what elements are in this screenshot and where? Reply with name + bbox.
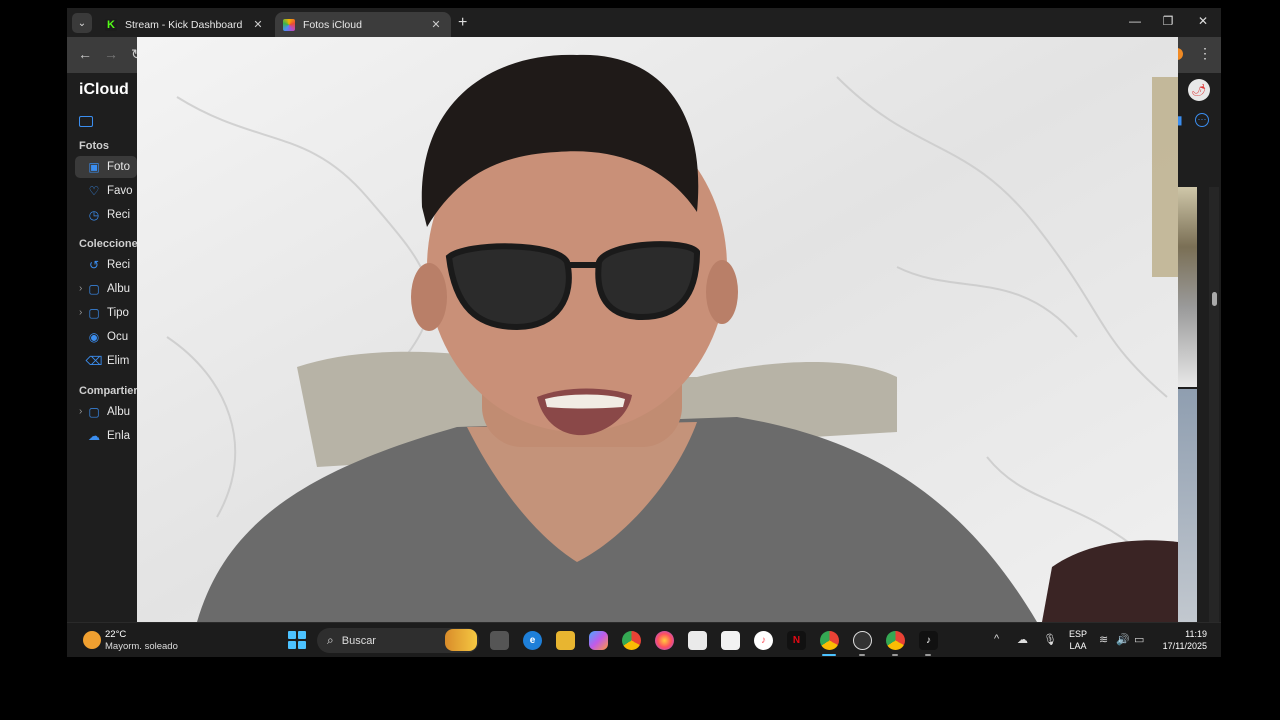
shared-album-icon: ▢ xyxy=(88,405,100,419)
album-icon: ▢ xyxy=(88,282,100,296)
sidebar-item-photos[interactable]: ▣ Foto xyxy=(75,156,137,178)
taskbar: 22°C Mayorm. soleado ⌕ Buscar e ♪ N ♪ ^ … xyxy=(67,622,1221,657)
sidebar-item-recents[interactable]: ◷ Reci xyxy=(75,204,137,226)
sidebar-item-shared-albums[interactable]: ▢ Álbu xyxy=(75,401,137,423)
search-highlight-image[interactable] xyxy=(445,629,477,651)
running-app-indicator xyxy=(859,654,865,656)
album-icon: ▢ xyxy=(88,306,100,320)
system-clock[interactable]: 11:19 17/11/2025 xyxy=(1155,628,1207,652)
photos-icon xyxy=(283,18,295,31)
volume-icon[interactable]: 🔊 xyxy=(1116,633,1130,646)
weather-description[interactable]: Mayorm. soleado xyxy=(105,641,178,652)
weather-icon[interactable] xyxy=(83,631,101,649)
search-placeholder: Buscar xyxy=(341,634,376,647)
heart-icon: ♡ xyxy=(88,184,100,198)
sidebar-item-hidden[interactable]: ◉ Ocu xyxy=(75,326,137,348)
browser-menu-icon[interactable]: ⋮ xyxy=(1198,45,1212,62)
tiktok-icon[interactable]: ♪ xyxy=(919,631,938,650)
netflix-icon[interactable]: N xyxy=(787,631,806,650)
running-app-indicator xyxy=(892,654,898,656)
cloud-link-icon: ☁ xyxy=(88,429,100,443)
back-icon[interactable]: ← xyxy=(78,46,92,62)
sidebar-item-media-types[interactable]: ▢ Tipo xyxy=(75,302,137,324)
sidebar-toggle-icon[interactable] xyxy=(79,116,93,127)
photo-thumbnail[interactable] xyxy=(1178,187,1197,387)
windows-start-icon[interactable] xyxy=(288,631,306,649)
close-window-icon[interactable]: ✕ xyxy=(1193,14,1213,28)
photo-thumbnail[interactable] xyxy=(1178,389,1197,622)
wifi-icon[interactable]: ≋ xyxy=(1099,633,1108,646)
minimize-icon[interactable]: — xyxy=(1125,14,1145,28)
music-icon[interactable]: ♪ xyxy=(754,631,773,650)
chrome-profile-icon[interactable] xyxy=(820,631,839,650)
sidebar-item-albums[interactable]: ▢ Álbu xyxy=(75,278,137,300)
trash-icon: ⌫ xyxy=(85,354,103,368)
photos-icon: ▣ xyxy=(88,160,100,174)
restore-icon[interactable]: ❐ xyxy=(1158,14,1178,28)
screen: ⌄ K Stream - Kick Dashboard ✕ Fotos iClo… xyxy=(67,8,1221,657)
task-view-icon[interactable] xyxy=(490,631,509,650)
sidebar-item-deleted[interactable]: ⌫ Elim xyxy=(75,350,137,372)
avatar[interactable]: 🌶 xyxy=(1188,79,1210,101)
browser-tab-strip: ⌄ K Stream - Kick Dashboard ✕ Fotos iClo… xyxy=(67,8,1221,37)
snipping-tool-icon[interactable] xyxy=(721,631,740,650)
chrome-icon[interactable] xyxy=(622,631,641,650)
sidebar-section-shared: Compartier xyxy=(79,385,138,397)
webcam-feed-image xyxy=(137,37,1178,622)
scrollbar[interactable] xyxy=(1209,187,1219,622)
edge-icon[interactable]: e xyxy=(523,631,542,650)
sidebar-section-collections: Coleccione xyxy=(79,238,138,250)
eye-icon: ◉ xyxy=(88,330,100,344)
more-options-icon[interactable]: ··· xyxy=(1195,113,1209,127)
active-app-indicator xyxy=(822,654,836,656)
new-tab-button[interactable]: + xyxy=(458,14,467,32)
battery-icon[interactable]: ▭ xyxy=(1134,633,1144,646)
sidebar-section-photos: Fotos xyxy=(79,140,109,152)
tab-close-icon[interactable]: ✕ xyxy=(251,18,265,31)
running-app-indicator xyxy=(925,654,931,656)
forward-icon[interactable]: → xyxy=(104,46,118,62)
weather-temperature[interactable]: 22°C xyxy=(105,629,126,640)
sidebar-item-favorites[interactable]: ♡ Favo xyxy=(75,180,137,202)
microsoft-store-icon[interactable] xyxy=(688,631,707,650)
chevron-up-icon[interactable]: ^ xyxy=(994,633,999,645)
sidebar-item-recent-days[interactable]: ↺ Reci xyxy=(75,254,137,276)
recent-icon: ↺ xyxy=(88,258,100,272)
tab-title: Stream - Kick Dashboard xyxy=(125,18,243,31)
onedrive-icon[interactable]: ☁ xyxy=(1017,633,1028,646)
obs-icon[interactable] xyxy=(853,631,872,650)
clock-icon: ◷ xyxy=(88,208,100,222)
scrollbar-thumb[interactable] xyxy=(1212,292,1217,306)
chrome-profile-icon[interactable] xyxy=(886,631,905,650)
tab-close-icon[interactable]: ✕ xyxy=(429,18,443,31)
microphone-icon[interactable]: 🎙 xyxy=(1043,633,1057,646)
copilot-icon[interactable] xyxy=(589,631,608,650)
tab-title: Fotos iCloud xyxy=(303,18,362,31)
language-indicator[interactable]: ESP LAA xyxy=(1069,628,1087,652)
tab-search-button[interactable]: ⌄ xyxy=(72,13,92,33)
tab-fotos-icloud[interactable]: Fotos iCloud ✕ xyxy=(275,12,451,37)
search-icon: ⌕ xyxy=(327,633,334,647)
file-explorer-icon[interactable] xyxy=(556,631,575,650)
webcam-overlay xyxy=(137,37,1178,622)
sidebar-item-icloud-links[interactable]: ☁ Enla xyxy=(75,425,137,447)
tab-kick-dashboard[interactable]: K Stream - Kick Dashboard ✕ xyxy=(97,12,273,37)
firefox-icon[interactable] xyxy=(655,631,674,650)
kick-icon: K xyxy=(105,18,117,31)
icloud-logo[interactable]: iCloud xyxy=(79,81,129,99)
